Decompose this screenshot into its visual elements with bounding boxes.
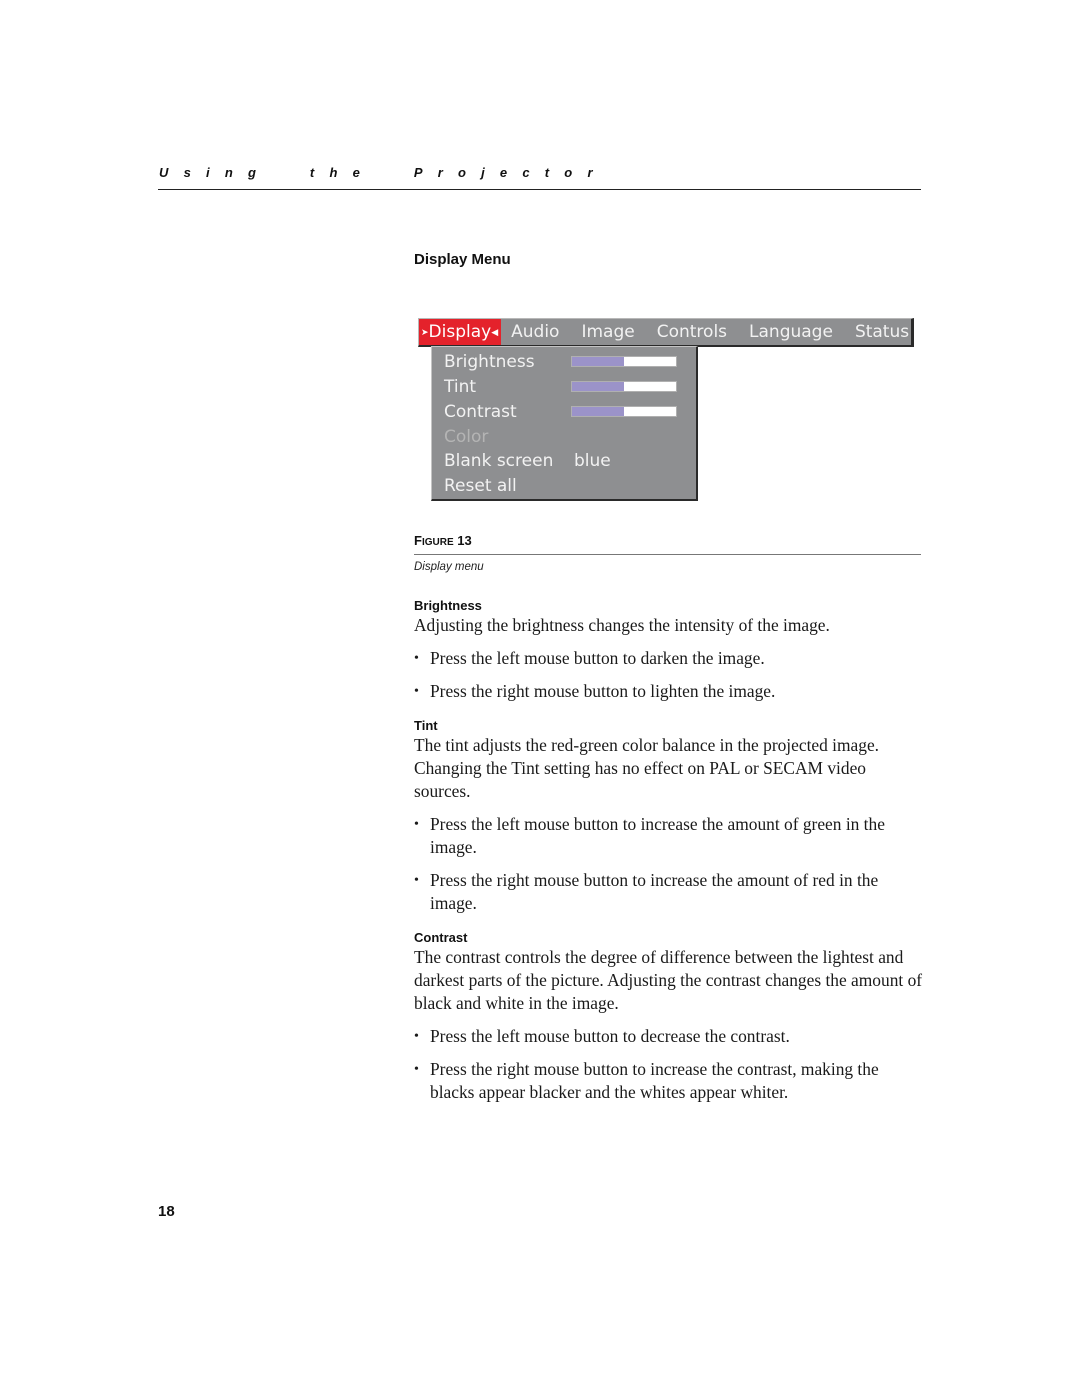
bullet-list: Press the left mouse button to increase … [414, 813, 924, 915]
bullet-item: Press the right mouse button to increase… [414, 1058, 924, 1104]
running-header: Using the Projector [159, 165, 608, 180]
slider-fill [572, 382, 624, 391]
bullet-item: Press the right mouse button to increase… [414, 869, 924, 915]
menu-item-label: Blank screen [444, 451, 554, 471]
menu-item-label: Contrast [444, 402, 517, 422]
menu-item-reset-all[interactable]: Reset all [444, 474, 517, 498]
section-title: Display Menu [414, 251, 511, 268]
paragraph: Adjusting the brightness changes the int… [414, 615, 830, 635]
tint-slider[interactable] [572, 382, 676, 391]
tab-language[interactable]: Language [749, 319, 833, 345]
tab-label: Display [428, 322, 492, 342]
section-brightness: Brightness Adjusting the brightness chan… [414, 597, 924, 703]
menu-tab-bar: ➤Display◀ Audio Image Controls Language … [418, 318, 914, 347]
figure-number: 13 [457, 533, 472, 548]
selection-arrow-left-icon: ◀ [491, 328, 499, 338]
section-contrast: Contrast The contrast controls the degre… [414, 929, 924, 1104]
figure-caption: Display menu [414, 561, 484, 573]
osd-menu-figure: ➤Display◀ Audio Image Controls Language … [418, 318, 914, 502]
menu-item-blank-screen[interactable]: Blank screen blue [444, 449, 611, 473]
blank-screen-value: blue [574, 451, 611, 471]
menu-item-brightness[interactable]: Brightness [444, 350, 676, 374]
menu-item-label: Brightness [444, 352, 535, 372]
figure-label: FIGURE 13 [414, 533, 472, 548]
bullet-list: Press the left mouse button to darken th… [414, 647, 924, 703]
section-tint: Tint The tint adjusts the red-green colo… [414, 717, 924, 915]
bullet-item: Press the left mouse button to darken th… [414, 647, 924, 670]
subheading-brightness: Brightness [414, 598, 482, 613]
menu-item-label: Reset all [444, 476, 517, 496]
bullet-item: Press the left mouse button to increase … [414, 813, 924, 859]
slider-fill [572, 357, 624, 366]
tab-display[interactable]: ➤Display◀ [419, 319, 502, 345]
figure-label-initial: F [414, 533, 422, 548]
tab-controls[interactable]: Controls [657, 319, 727, 345]
menu-item-color: Color [444, 425, 488, 449]
menu-item-label: Tint [444, 377, 477, 397]
figure-label-smallcaps: IGURE [421, 537, 454, 548]
bullet-item: Press the right mouse button to lighten … [414, 680, 924, 703]
bullet-item: Press the left mouse button to decrease … [414, 1025, 924, 1048]
brightness-slider[interactable] [572, 357, 676, 366]
slider-fill [572, 407, 624, 416]
figure-rule [414, 554, 921, 555]
paragraph: The tint adjusts the red-green color bal… [414, 735, 880, 801]
selection-arrow-right-icon: ➤ [421, 328, 429, 338]
menu-item-tint[interactable]: Tint [444, 375, 676, 399]
tab-image[interactable]: Image [581, 319, 634, 345]
paragraph: The contrast controls the degree of diff… [414, 947, 923, 1013]
subheading-tint: Tint [414, 718, 438, 733]
page-number: 18 [158, 1203, 175, 1220]
bullet-list: Press the left mouse button to decrease … [414, 1025, 924, 1104]
subheading-contrast: Contrast [414, 930, 468, 945]
body-column: Brightness Adjusting the brightness chan… [414, 597, 924, 1104]
display-submenu-panel: Brightness Tint Contrast Color Blank scr… [431, 346, 698, 501]
menu-item-label: Color [444, 427, 489, 447]
contrast-slider[interactable] [572, 407, 676, 416]
tab-audio[interactable]: Audio [511, 319, 559, 345]
header-rule [158, 189, 921, 190]
menu-item-contrast[interactable]: Contrast [444, 400, 676, 424]
tab-status[interactable]: Status [855, 319, 909, 345]
